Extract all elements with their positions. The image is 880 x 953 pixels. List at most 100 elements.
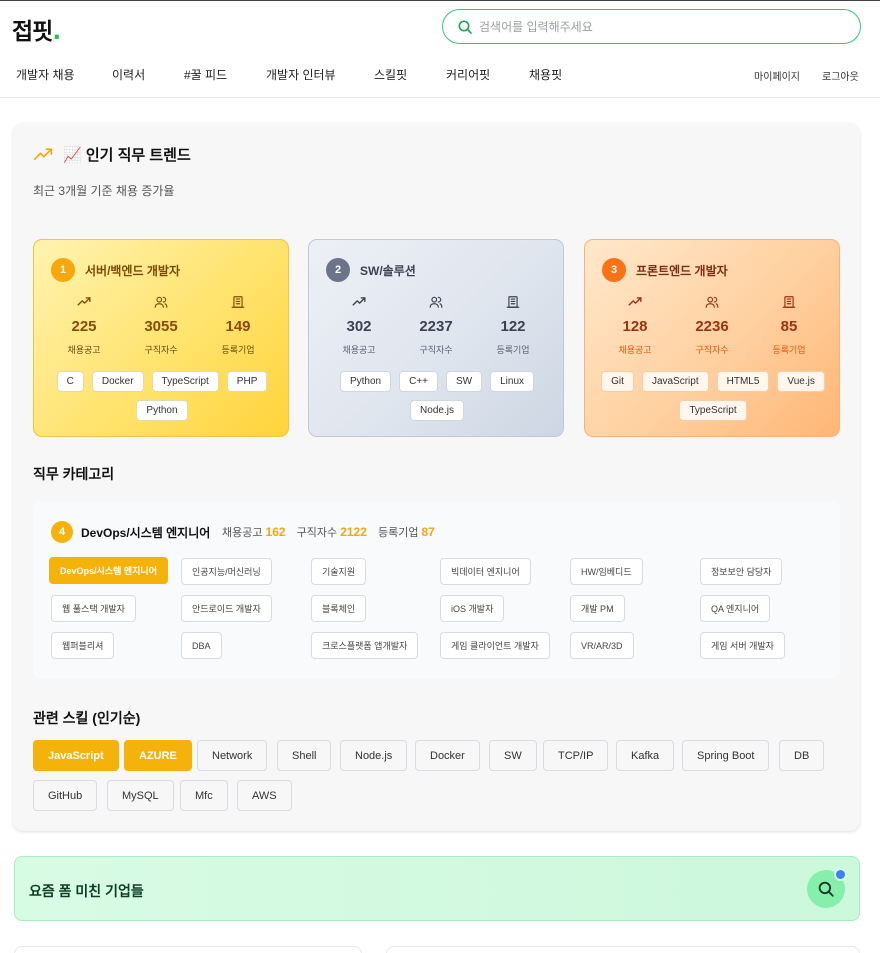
skill-chip[interactable]: TCP/IP: [543, 740, 609, 771]
search-input[interactable]: [479, 19, 819, 34]
job-name: 서버/백엔드 개발자: [85, 264, 180, 278]
skill-tags: Python C++ SW Linux Node.js: [319, 371, 555, 421]
skill-chip[interactable]: Shell: [277, 740, 332, 771]
skill-chip-javascript[interactable]: JavaScript: [33, 740, 119, 771]
users-icon: [154, 296, 168, 308]
skill-tag: Git: [601, 371, 634, 392]
stat-label: 구직자수: [144, 345, 178, 355]
skill-chip[interactable]: Mfc: [180, 780, 228, 811]
skill-chip[interactable]: DB: [779, 740, 825, 771]
stat-label: 채용공고: [618, 345, 652, 355]
rank-badge: 4: [51, 521, 73, 543]
job-name: 프론트엔드 개발자: [636, 264, 728, 278]
skill-tag: Node.js: [410, 400, 464, 421]
category-chip[interactable]: 기술지원: [311, 558, 367, 585]
skill-chip[interactable]: Spring Boot: [682, 740, 770, 771]
search-bar[interactable]: [442, 9, 861, 44]
stat-label: 구직자수: [419, 345, 453, 355]
skill-tags: Git JavaScript HTML5 Vue.js TypeScript: [595, 371, 831, 421]
stat-label: 등록기업: [772, 345, 806, 355]
category-chip[interactable]: 빅데이터 엔지니어: [440, 558, 531, 585]
company-card[interactable]: [14, 946, 362, 953]
logo[interactable]: 접핏.: [12, 12, 61, 46]
hot-companies-bar[interactable]: 요즘 폼 미친 기업들: [14, 856, 860, 921]
stat-value: 128: [622, 318, 648, 335]
nav-item-jobs[interactable]: 개발자 채용: [16, 66, 75, 83]
stat-value: 85: [780, 318, 798, 335]
category-chip[interactable]: QA 엔지니어: [700, 595, 771, 622]
skill-tag: Docker: [91, 371, 144, 392]
category-chip[interactable]: VR/AR/3D: [570, 632, 634, 659]
skill-chip[interactable]: Docker: [415, 740, 480, 771]
skill-chip[interactable]: AWS: [237, 780, 292, 811]
nav-item-skillfit[interactable]: 스킬핏: [374, 66, 407, 83]
category-chip[interactable]: 크로스플랫폼 앱개발자: [311, 632, 419, 659]
category-chip[interactable]: 안드로이드 개발자: [181, 595, 272, 622]
users-icon: [429, 296, 443, 308]
notification-dot: [834, 868, 847, 881]
skill-tag: TypeScript: [151, 371, 219, 392]
category-chip[interactable]: 개발 PM: [570, 595, 625, 622]
stat-value: 149: [225, 318, 251, 335]
nav-item-interview[interactable]: 개발자 인터뷰: [266, 66, 336, 83]
category-chip[interactable]: 웹 풀스택 개발자: [51, 595, 136, 622]
skill-chip[interactable]: Kafka: [616, 740, 675, 771]
nav-item-careerfit[interactable]: 커리어핏: [446, 66, 490, 83]
category-chip[interactable]: iOS 개발자: [440, 595, 505, 622]
skill-chip[interactable]: Node.js: [340, 740, 408, 771]
top-border: [0, 0, 880, 1]
nav-mypage-link[interactable]: 마이페이지: [754, 68, 800, 83]
category-chip[interactable]: 정보보안 담당자: [700, 558, 783, 585]
skill-tag: PHP: [226, 371, 268, 392]
selected-category-stats: 채용공고 162 구직자수 2122 등록기업 87: [222, 524, 435, 540]
logo-dot: .: [52, 19, 61, 45]
stat-value: 87: [421, 525, 435, 539]
stat-label: 채용공고: [67, 345, 101, 355]
skill-tags: C Docker TypeScript PHP Python: [44, 371, 280, 421]
stat-posts: 225 채용공고: [49, 295, 119, 356]
stat-label: 등록기업: [377, 527, 419, 539]
stat-value: 225: [71, 318, 97, 335]
skill-chip-azure[interactable]: AZURE: [124, 740, 192, 771]
trend-card-2[interactable]: 2 SW/솔루션 302 채용공고 2237 구직자수 122 등록기업 Pyt…: [308, 239, 564, 437]
skill-chip[interactable]: MySQL: [107, 780, 174, 811]
search-icon[interactable]: [457, 19, 473, 35]
building-icon: [782, 296, 796, 308]
search-icon: [818, 881, 834, 897]
stat-value: 2122: [340, 525, 367, 539]
stat-label: 채용공고: [222, 527, 263, 539]
skill-chip[interactable]: GitHub: [33, 780, 98, 811]
skill-chip[interactable]: Network: [197, 740, 268, 771]
category-chip-devops[interactable]: DevOps/시스템 엔지니어: [49, 557, 168, 584]
category-chip[interactable]: HW/임베디드: [570, 558, 643, 585]
category-chip[interactable]: 게임 서버 개발자: [700, 632, 785, 659]
selected-category-name: DevOps/시스템 엔지니어: [81, 526, 211, 540]
category-box: 4 DevOps/시스템 엔지니어 채용공고 162 구직자수 2122 등록기…: [33, 501, 840, 679]
stat-value: 162: [265, 525, 286, 539]
trend-title: 📈 인기 직무 트렌드: [63, 147, 191, 164]
nav-logout-link[interactable]: 로그아웃: [822, 68, 859, 83]
trend-card-3[interactable]: 3 프론트엔드 개발자 128 채용공고 2236 구직자수 85 등록기업 G…: [584, 239, 840, 437]
trend-card-1[interactable]: 1 서버/백엔드 개발자 225 채용공고 3055 구직자수 149 등록기업…: [33, 239, 289, 437]
nav-item-resume[interactable]: 이력서: [112, 66, 145, 83]
stat-seekers: 3055 구직자수: [126, 295, 196, 356]
rank-badge: 2: [326, 258, 350, 282]
category-chip[interactable]: 게임 클라이언트 개발자: [440, 632, 550, 659]
rank-badge: 1: [51, 258, 75, 282]
main-nav: 개발자 채용 이력서 #꿀 피드 개발자 인터뷰 스킬핏 커리어핏 채용핏 마이…: [0, 62, 880, 98]
category-chip[interactable]: 웹퍼블리셔: [51, 632, 115, 659]
category-chip[interactable]: DBA: [181, 632, 222, 659]
stat-value: 2236: [695, 318, 729, 335]
category-chip[interactable]: 인공지능/머신러닝: [181, 558, 272, 585]
company-card[interactable]: [386, 946, 860, 953]
stat-label: 등록기업: [496, 345, 530, 355]
rank-badge: 3: [602, 258, 626, 282]
category-chip[interactable]: 블록체인: [311, 595, 367, 622]
stat-value: 2237: [419, 318, 453, 335]
skill-tag: C: [56, 371, 84, 392]
stat-value: 302: [346, 318, 372, 335]
nav-item-feed[interactable]: #꿀 피드: [184, 66, 227, 83]
nav-item-hirefit[interactable]: 채용핏: [529, 66, 562, 83]
skill-chip[interactable]: SW: [489, 740, 537, 771]
skills-heading: 관련 스킬 (인기순): [33, 710, 141, 726]
